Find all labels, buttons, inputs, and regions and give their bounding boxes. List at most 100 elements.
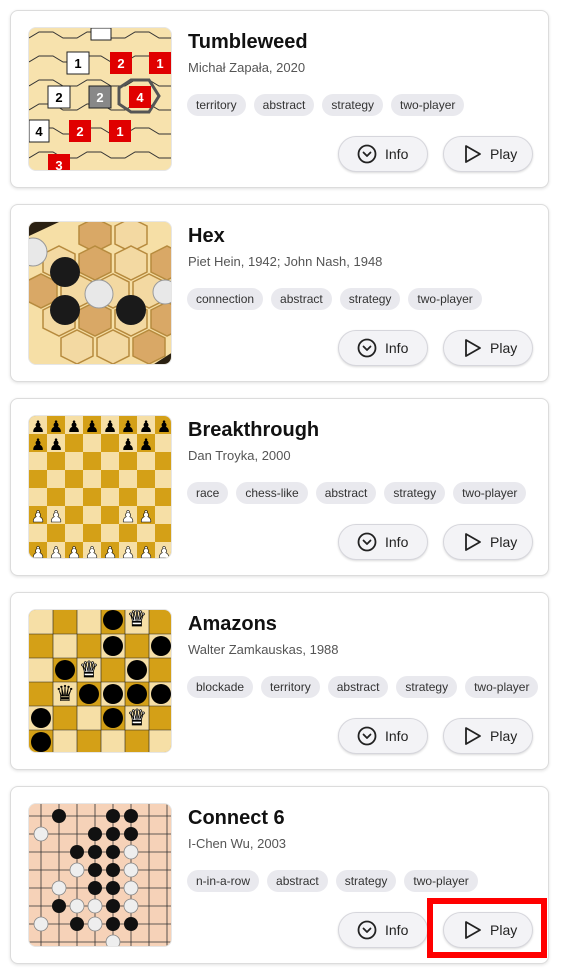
tag: territory xyxy=(187,94,246,116)
game-author: Piet Hein, 1942; John Nash, 1948 xyxy=(188,254,383,269)
play-button[interactable]: Play xyxy=(443,330,533,366)
game-author: I-Chen Wu, 2003 xyxy=(188,836,287,851)
game-title: Connect 6 xyxy=(188,807,285,829)
stack-label: 2 xyxy=(76,124,83,139)
stack-label: 3 xyxy=(55,158,62,171)
svg-text:♟: ♟ xyxy=(121,417,135,436)
tag: two-player xyxy=(391,94,465,116)
game-title: Amazons xyxy=(188,613,277,635)
play-label: Play xyxy=(490,728,518,744)
tag: connection xyxy=(187,288,264,310)
tag: abstract xyxy=(271,288,332,310)
tag: abstract xyxy=(327,676,389,698)
tag: two-player xyxy=(453,482,527,504)
game-list: 1 2 1 2 2 4 4 2 1 3 Tumbleweed Michał Za… xyxy=(0,0,566,970)
chevron-down-circle-icon xyxy=(357,338,377,358)
info-button[interactable]: Info xyxy=(338,330,428,366)
svg-text:♛: ♛ xyxy=(127,610,147,632)
stack-label: 4 xyxy=(35,124,43,139)
svg-text:♟: ♟ xyxy=(103,543,117,559)
play-button[interactable]: Play xyxy=(443,524,533,560)
svg-text:♟: ♟ xyxy=(67,417,81,436)
svg-text:♟: ♟ xyxy=(139,507,153,526)
chevron-down-circle-icon xyxy=(357,144,377,164)
tag: strategy xyxy=(339,288,401,310)
info-button[interactable]: Info xyxy=(338,718,428,754)
game-author: Walter Zamkauskas, 1988 xyxy=(188,642,339,657)
tag: two-player xyxy=(408,288,482,310)
play-icon xyxy=(465,339,481,357)
svg-text:♟: ♟ xyxy=(157,543,171,559)
play-label: Play xyxy=(490,922,518,938)
tag: territory xyxy=(261,676,320,698)
svg-text:♟: ♟ xyxy=(49,417,63,436)
tumbleweed-thumbnail: 1 2 1 2 2 4 4 2 1 3 xyxy=(28,27,172,171)
info-label: Info xyxy=(385,340,409,356)
tag-list: connection abstract strategy two-player xyxy=(187,288,482,310)
stack-label: 1 xyxy=(156,56,163,71)
play-icon xyxy=(465,727,481,745)
tag: abstract xyxy=(315,482,377,504)
svg-text:♟: ♟ xyxy=(157,417,171,436)
play-button[interactable]: Play xyxy=(443,136,533,172)
tag: two-player xyxy=(465,676,539,698)
info-button[interactable]: Info xyxy=(338,524,428,560)
tag: n-in-a-row xyxy=(187,870,260,892)
game-card-amazons: ♛ ♛ ♛ ♛ Amazons Walter Zamkauskas, 1988 … xyxy=(10,592,549,770)
svg-text:♟: ♟ xyxy=(103,417,117,436)
svg-text:♟: ♟ xyxy=(121,435,135,454)
game-title: Hex xyxy=(188,225,225,247)
game-card-connect-6: Connect 6 I-Chen Wu, 2003 n-in-a-row abs… xyxy=(10,786,549,964)
stack-label: 2 xyxy=(55,90,62,105)
tag: race xyxy=(187,482,229,504)
play-label: Play xyxy=(490,534,518,550)
svg-text:♟: ♟ xyxy=(139,435,153,454)
tag: abstract xyxy=(253,94,315,116)
svg-text:♟: ♟ xyxy=(121,507,135,526)
info-label: Info xyxy=(385,534,409,550)
play-button[interactable]: Play xyxy=(443,912,533,948)
svg-text:♟: ♟ xyxy=(31,507,45,526)
game-card-tumbleweed: 1 2 1 2 2 4 4 2 1 3 Tumbleweed Michał Za… xyxy=(10,10,549,188)
game-author: Michał Zapała, 2020 xyxy=(188,60,306,75)
info-label: Info xyxy=(385,922,409,938)
info-button[interactable]: Info xyxy=(338,136,428,172)
tag-list: blockade territory abstract strategy two… xyxy=(187,676,539,698)
stack-label: 2 xyxy=(117,56,124,71)
game-card-hex: Hex Piet Hein, 1942; John Nash, 1948 con… xyxy=(10,204,549,382)
tag-list: territory abstract strategy two-player xyxy=(187,94,465,116)
svg-text:♟: ♟ xyxy=(49,507,63,526)
tag: abstract xyxy=(267,870,328,892)
svg-text:♟: ♟ xyxy=(85,417,99,436)
svg-text:♟: ♟ xyxy=(31,435,45,454)
svg-text:♟: ♟ xyxy=(31,543,45,559)
svg-text:♟: ♟ xyxy=(85,543,99,559)
info-button[interactable]: Info xyxy=(338,912,428,948)
chevron-down-circle-icon xyxy=(357,726,377,746)
game-author: Dan Troyka, 2000 xyxy=(188,448,291,463)
info-label: Info xyxy=(385,146,409,162)
svg-text:♟: ♟ xyxy=(49,435,63,454)
breakthrough-thumbnail: ♟ ♟ ♟ ♟ ♟ ♟ ♟ ♟ ♟ ♟ ♟ ♟ ♟ ♟ ♟ ♟ ♟ ♟ ♟ ♟ ♟ ♟ ♟ ♟ xyxy=(28,415,172,559)
play-label: Play xyxy=(490,146,518,162)
stack-label: 2 xyxy=(96,90,103,105)
tag-list: race chess-like abstract strategy two-pl… xyxy=(187,482,527,504)
svg-text:♟: ♟ xyxy=(49,543,63,559)
tag: strategy xyxy=(322,94,384,116)
tag: strategy xyxy=(384,482,446,504)
svg-text:♟: ♟ xyxy=(139,417,153,436)
chevron-down-circle-icon xyxy=(357,532,377,552)
play-button[interactable]: Play xyxy=(443,718,533,754)
svg-text:♟: ♟ xyxy=(139,543,153,559)
svg-text:♛: ♛ xyxy=(79,658,99,683)
play-label: Play xyxy=(490,340,518,356)
game-title: Breakthrough xyxy=(188,419,320,441)
game-title: Tumbleweed xyxy=(188,31,308,53)
tag: chess-like xyxy=(236,482,308,504)
stack-label: 1 xyxy=(74,56,81,71)
svg-text:♟: ♟ xyxy=(31,417,45,436)
tag: blockade xyxy=(187,676,254,698)
svg-text:♟: ♟ xyxy=(121,543,135,559)
play-icon xyxy=(465,921,481,939)
connect-6-thumbnail xyxy=(28,803,172,947)
